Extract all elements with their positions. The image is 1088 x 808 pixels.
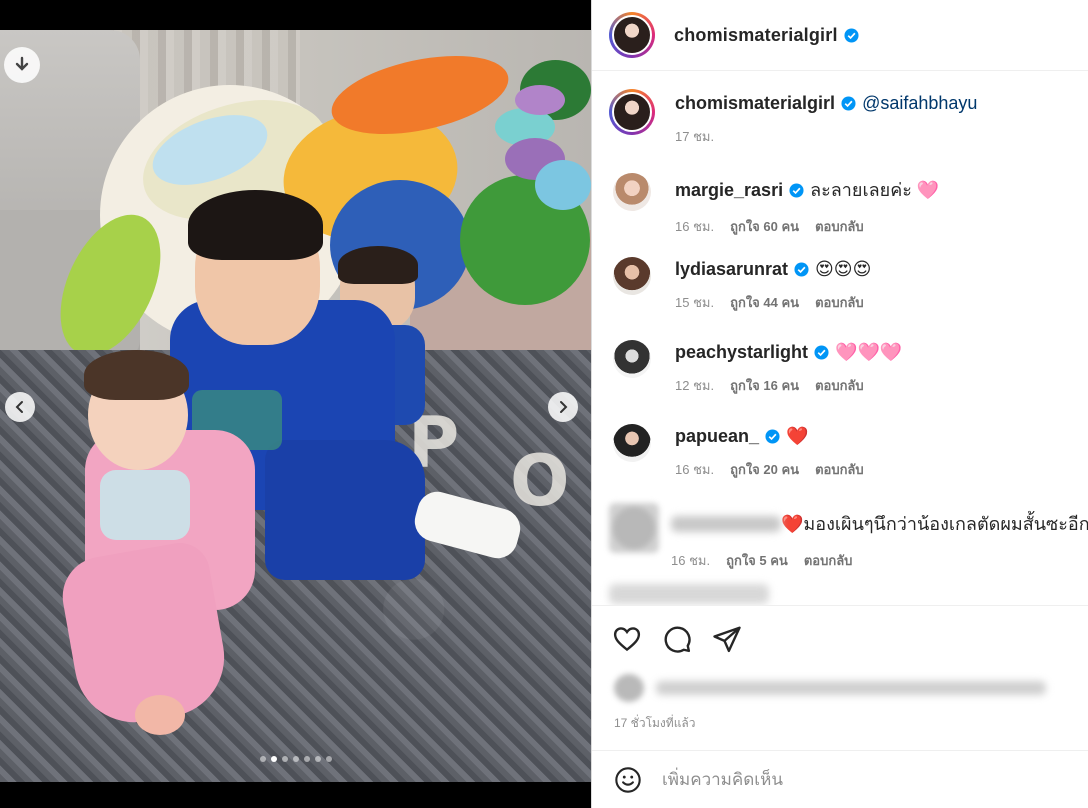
verified-icon xyxy=(841,96,856,111)
add-comment-input[interactable]: เพิ่มความคิดเห็น xyxy=(662,766,783,793)
reply-button[interactable]: ตอบกลับ xyxy=(815,216,864,237)
caption-avatar[interactable] xyxy=(609,89,655,135)
caption: chomismaterialgirl @saifahbhayu 17 ชม. xyxy=(609,89,977,147)
commenter-avatar[interactable] xyxy=(609,503,659,553)
comment-row-partial xyxy=(609,584,769,604)
post-header: chomismaterialgirl xyxy=(592,0,1088,71)
author-avatar[interactable] xyxy=(609,12,655,58)
photo-pillow-violet xyxy=(515,85,565,115)
comment-likes[interactable]: ถูกใจ 44 คน xyxy=(730,292,799,313)
carousel-indicator xyxy=(0,756,591,762)
commenter-username[interactable]: lydiasarunrat xyxy=(675,259,788,279)
carousel-dot xyxy=(270,756,277,762)
emoji-icon[interactable] xyxy=(614,766,642,794)
comment-row: ❤️มองเผินๆนึกว่าน้องเกลตัดผมสั้นซะอีก ☺️… xyxy=(609,503,1088,571)
comment-likes[interactable]: ถูกใจ 5 คน xyxy=(726,550,788,571)
post-time: 17 ชั่วโมงที่แล้ว xyxy=(614,716,696,730)
comment-text: ❤️มองเผินๆนึกว่าน้องเกลตัดผมสั้นซะอีก ☺️ xyxy=(781,514,1088,534)
commenter-avatar[interactable] xyxy=(613,173,651,211)
comment-icon[interactable] xyxy=(662,624,692,654)
reply-button[interactable]: ตอบกลับ xyxy=(815,459,864,480)
reply-button[interactable]: ตอบกลับ xyxy=(815,292,864,313)
download-button[interactable] xyxy=(4,47,40,83)
next-photo-button[interactable] xyxy=(548,392,578,422)
carousel-dot xyxy=(314,756,321,762)
likes-summary-blurred xyxy=(614,674,1054,702)
author-username[interactable]: chomismaterialgirl xyxy=(674,25,859,46)
prev-photo-button[interactable] xyxy=(5,392,35,422)
comment-age: 16 ชม. xyxy=(675,219,715,234)
comment-row: lydiasarunrat 😍😍😍 15 ชม. ถูกใจ 44 คน ตอบกลับ xyxy=(609,253,871,313)
caption-username[interactable]: chomismaterialgirl xyxy=(675,93,835,113)
verified-icon xyxy=(814,345,829,360)
comment-text: 🩷🩷🩷 xyxy=(835,342,903,362)
carousel-dot xyxy=(281,756,288,762)
verified-icon xyxy=(794,262,809,277)
reply-button[interactable]: ตอบกลับ xyxy=(815,375,864,396)
chevron-right-icon xyxy=(560,401,568,413)
caption-age: 17 ชม. xyxy=(675,129,715,144)
comment-age: 16 ชม. xyxy=(675,462,715,477)
rug-letter-o: O xyxy=(510,440,570,522)
chevron-left-icon xyxy=(15,401,23,413)
post-photo[interactable]: P O xyxy=(0,30,591,782)
commenter-username[interactable]: margie_rasri xyxy=(675,180,783,200)
verified-icon xyxy=(765,429,780,444)
carousel-dot xyxy=(303,756,310,762)
comment-text: 😍😍😍 xyxy=(815,259,872,279)
heart-icon[interactable] xyxy=(612,624,642,654)
comment-age: 12 ชม. xyxy=(675,378,715,393)
commenter-avatar[interactable] xyxy=(613,340,651,378)
carousel-dot xyxy=(325,756,332,762)
comment-likes[interactable]: ถูกใจ 16 คน xyxy=(730,375,799,396)
commenter-avatar[interactable] xyxy=(613,257,651,295)
post-side-panel: chomismaterialgirl chomismaterialgirl @sa… xyxy=(591,0,1088,808)
verified-icon xyxy=(789,183,804,198)
comment-likes[interactable]: ถูกใจ 20 คน xyxy=(730,459,799,480)
commenter-username[interactable]: papuean_ xyxy=(675,426,759,446)
comment-row: margie_rasri ละลายเลยค่ะ 🩷 16 ชม. ถูกใจ 60 … xyxy=(609,169,939,237)
photo-pillow-aqua xyxy=(535,160,591,210)
comment-age: 15 ชม. xyxy=(675,295,715,310)
verified-icon xyxy=(844,27,859,43)
comment-text: ❤️ xyxy=(786,426,809,446)
comment-likes[interactable]: ถูกใจ 60 คน xyxy=(730,216,799,237)
commenter-username[interactable]: peachystarlight xyxy=(675,342,808,362)
comment-row: peachystarlight 🩷🩷🩷 12 ชม. ถูกใจ 16 คน ตอบกล… xyxy=(609,336,902,396)
commenter-username-blurred[interactable] xyxy=(671,516,781,532)
carousel-dot xyxy=(292,756,299,762)
comment-text: ละลายเลยค่ะ 🩷 xyxy=(810,180,940,200)
instagram-post-viewer: P O chomismaterialgirl chomismaterialgir… xyxy=(0,0,1088,808)
carousel-dot xyxy=(259,756,266,762)
comment-row: papuean_ ❤️ 16 ชม. ถูกใจ 20 คน ตอบกลับ xyxy=(609,420,864,480)
reply-button[interactable]: ตอบกลับ xyxy=(804,550,853,571)
post-actions: 17 ชั่วโมงที่แล้ว xyxy=(592,605,1088,750)
commenter-avatar[interactable] xyxy=(613,424,651,462)
caption-mention[interactable]: @saifahbhayu xyxy=(862,93,977,113)
comment-age: 16 ชม. xyxy=(671,553,711,568)
comment-list[interactable]: chomismaterialgirl @saifahbhayu 17 ชม. ma… xyxy=(592,72,1088,605)
add-comment-bar: เพิ่มความคิดเห็น xyxy=(592,750,1088,808)
share-icon[interactable] xyxy=(712,624,742,654)
download-icon xyxy=(15,56,29,71)
